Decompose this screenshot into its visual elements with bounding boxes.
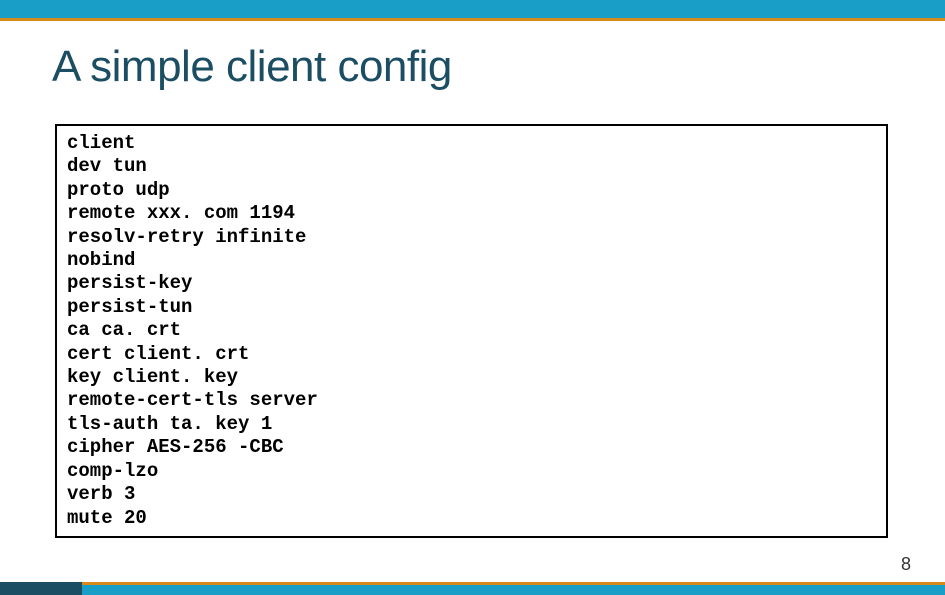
code-line: dev tun	[67, 155, 876, 178]
page-number: 8	[901, 554, 911, 575]
config-code-box: client dev tun proto udp remote xxx. com…	[55, 124, 888, 538]
code-line: remote-cert-tls server	[67, 389, 876, 412]
slide-title: A simple client config	[52, 42, 452, 92]
code-line: comp-lzo	[67, 460, 876, 483]
top-accent-bar	[0, 0, 945, 18]
code-line: resolv-retry infinite	[67, 226, 876, 249]
code-line: cert client. crt	[67, 343, 876, 366]
code-line: nobind	[67, 249, 876, 272]
code-line: remote xxx. com 1194	[67, 202, 876, 225]
code-line: persist-tun	[67, 296, 876, 319]
code-line: tls-auth ta. key 1	[67, 413, 876, 436]
code-line: verb 3	[67, 483, 876, 506]
top-accent-line	[0, 18, 945, 21]
code-line: client	[67, 132, 876, 155]
code-line: ca ca. crt	[67, 319, 876, 342]
bottom-left-block	[0, 582, 82, 595]
bottom-accent-bar	[0, 585, 945, 595]
code-line: cipher AES-256 -CBC	[67, 436, 876, 459]
code-line: mute 20	[67, 507, 876, 530]
code-line: proto udp	[67, 179, 876, 202]
code-line: persist-key	[67, 272, 876, 295]
code-line: key client. key	[67, 366, 876, 389]
slide: A simple client config client dev tun pr…	[0, 0, 945, 595]
